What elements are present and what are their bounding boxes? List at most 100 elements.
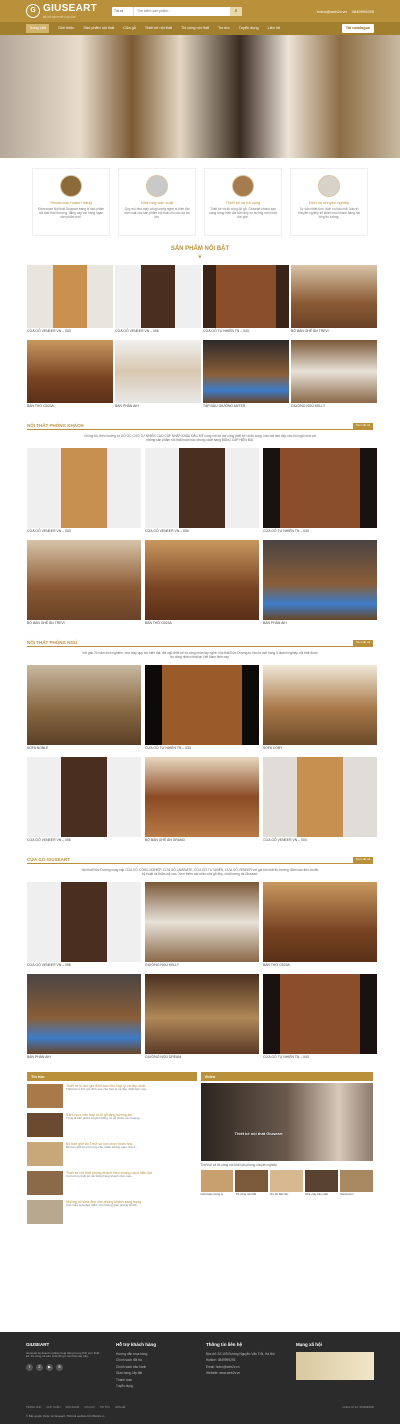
product-card[interactable]: CỬA GỖ TỰ NHIÊN TN – 043 — [263, 447, 377, 536]
nav-item-about[interactable]: Giới thiệu — [58, 26, 74, 31]
header-email[interactable]: hotro@web2v.vn — [317, 9, 347, 14]
product-card[interactable]: BÀN THỜ G023A — [263, 881, 377, 970]
view-all-button[interactable]: Xem tất cả — [352, 857, 373, 863]
footer-contact-line[interactable]: Hotline: 0849999295 — [206, 1358, 284, 1362]
product-image[interactable] — [263, 539, 377, 620]
footer-link[interactable]: Chính sách bảo hành — [116, 1365, 194, 1369]
product-name[interactable]: CỬA GỖ TỰ NHIÊN TN – 033 — [145, 746, 259, 753]
product-image[interactable] — [263, 664, 377, 745]
nav-item-products[interactable]: Sản phẩm nội thất — [83, 26, 114, 31]
video-thumb[interactable]: Giới thiệu Công ty — [200, 1169, 234, 1196]
news-item[interactable]: Những bộ sofa đẹp cho phòng khách sang t… — [27, 1199, 197, 1226]
video-thumb[interactable]: Dự án biệt thự — [270, 1169, 304, 1196]
footer-link[interactable]: Giao hàng, lắp đặt — [116, 1371, 194, 1375]
footer-nav-link[interactable]: GIỚI THIỆU — [46, 1406, 60, 1409]
product-name[interactable]: CỬA GỖ VENEER VN – 003 — [263, 838, 377, 845]
hero-banner-image[interactable] — [0, 35, 400, 158]
news-item[interactable]: Bộ bàn ghế ăn Trevi sự lựa chọn hoàn hảo… — [27, 1141, 197, 1168]
product-card[interactable]: CỬA GỖ VENEER VN – 003 — [263, 756, 377, 845]
news-thumb[interactable] — [27, 1083, 63, 1108]
footer-nav-link[interactable]: TIN TỨC — [100, 1406, 111, 1409]
catalog-button[interactable]: Tải catalogue — [341, 24, 374, 33]
product-card[interactable]: GIƯỜNG NGỦ DREAM — [145, 973, 259, 1062]
product-card[interactable]: CỬA GỖ TỰ NHIÊN TN – 043 — [263, 973, 377, 1062]
section-title[interactable]: NỘI THẤT PHÒNG NGỦ — [27, 640, 77, 646]
nav-item-doors[interactable]: Cửa gỗ — [123, 26, 136, 31]
product-name[interactable]: BỘ BÀN GHẾ ĂN TREVI — [27, 621, 141, 628]
video-caption[interactable]: Thiết kế và thi công nội thất văn phòng … — [201, 1163, 373, 1167]
product-image[interactable] — [145, 881, 259, 962]
video-thumb-image[interactable] — [200, 1169, 234, 1192]
product-card[interactable]: BỘ BÀN GHẾ ĂN TREVI — [291, 264, 377, 336]
product-card[interactable]: BÀN PHẤN AIH — [27, 973, 141, 1062]
footer-link[interactable]: Thanh toán — [116, 1378, 194, 1382]
product-image[interactable] — [145, 447, 259, 528]
view-all-button[interactable]: Xem tất cả — [352, 423, 373, 429]
product-card[interactable]: GIƯỜNG NGỦ KELLY — [145, 881, 259, 970]
product-card[interactable]: CỬA GỖ TỰ NHIÊN TN – 033 — [145, 664, 259, 753]
product-name[interactable]: GIƯỜNG NGỦ KELLY — [291, 404, 377, 411]
product-card[interactable]: CỬA GỖ VENEER VN – 006 — [115, 264, 201, 336]
product-name[interactable]: CỬA GỖ VENEER VN – 006 — [27, 963, 141, 970]
footer-link[interactable]: Tuyển dụng — [116, 1384, 194, 1388]
nav-item-construction[interactable]: Thi công nội thất — [181, 26, 209, 31]
section-title[interactable]: CỬA GỖ GIUSEART — [27, 857, 70, 863]
product-card[interactable]: CỬA GỖ VENEER VN – 006 — [145, 447, 259, 536]
video-thumb-title[interactable]: Showroom — [340, 1192, 373, 1196]
header-phone[interactable]: 0849999295 — [352, 9, 374, 14]
product-name[interactable]: SOFA COBY — [263, 746, 377, 753]
footer-link[interactable]: Hướng dẫn mua hàng — [116, 1352, 194, 1356]
video-thumb-image[interactable] — [235, 1169, 269, 1192]
product-image[interactable] — [115, 264, 201, 328]
video-thumb-title[interactable]: Nhà máy sản xuất — [305, 1192, 338, 1196]
product-image[interactable] — [263, 447, 377, 528]
footer-nav-link[interactable]: SẢN PHẨM — [66, 1406, 80, 1409]
product-name[interactable]: GIƯỜNG NGỦ KELLY — [145, 963, 259, 970]
news-item[interactable]: Thiết kế tủ thờ gia đình sao cho hợp lý … — [27, 1083, 197, 1110]
search-category-select[interactable]: Tất cả — [112, 6, 134, 16]
logo[interactable]: G GIUSEART ĐỒ GỖ NỘI THẤT CAO CẤP — [26, 3, 106, 19]
product-image[interactable] — [145, 973, 259, 1054]
nav-item-design[interactable]: Thiết kế nội thất — [145, 26, 172, 31]
product-name[interactable]: CỬA GỖ VENEER VN – 003 — [27, 329, 113, 336]
news-thumb[interactable] — [27, 1199, 63, 1224]
news-thumb[interactable] — [27, 1112, 63, 1137]
video-thumb[interactable]: Nhà máy sản xuất — [305, 1169, 339, 1196]
product-card[interactable]: SOFA COBY — [263, 664, 377, 753]
video-thumb-image[interactable] — [340, 1169, 373, 1192]
product-name[interactable]: CỬA GỖ VENEER VN – 006 — [145, 529, 259, 536]
product-name[interactable]: BỘ BÀN GHẾ ĂN TREVI — [291, 329, 377, 336]
zalo-icon[interactable]: Z — [36, 1364, 43, 1372]
nav-item-home[interactable]: Trang chủ — [26, 24, 49, 33]
product-image[interactable] — [27, 539, 141, 620]
product-card[interactable]: SOFA NOBLE — [27, 664, 141, 753]
product-image[interactable] — [27, 756, 141, 837]
video-player[interactable]: Thiết kế nội thất Giuseart — [200, 1082, 373, 1161]
product-name[interactable]: SOFA NOBLE — [27, 746, 141, 753]
product-card[interactable]: BỘ BÀN GHẾ ĂN GRAND — [145, 756, 259, 845]
product-image[interactable] — [27, 973, 141, 1054]
product-name[interactable]: CỬA GỖ TỰ NHIÊN TN – 043 — [263, 1055, 377, 1062]
product-card[interactable]: BÀN PHẤN AIH — [263, 539, 377, 628]
video-thumb-title[interactable]: Dự án biệt thự — [270, 1192, 303, 1196]
product-card[interactable]: CỬA GỖ TỰ NHIÊN TN – 043 — [203, 264, 289, 336]
video-thumb[interactable]: Showroom — [340, 1169, 373, 1196]
nav-item-news[interactable]: Tin tức — [218, 26, 230, 31]
product-image[interactable] — [27, 264, 113, 328]
product-card[interactable]: TẬP ĐẦU GIƯỜNG ANTER — [203, 339, 289, 411]
product-name[interactable]: GIƯỜNG NGỦ DREAM — [145, 1055, 259, 1062]
news-thumb[interactable] — [27, 1141, 63, 1166]
product-card[interactable]: CỬA GỖ VENEER VN – 003 — [27, 264, 113, 336]
product-name[interactable]: BÀN THỜ G023A — [27, 404, 113, 411]
product-name[interactable]: BÀN PHẤN AIH — [115, 404, 201, 411]
search-button[interactable]: ⌕ — [230, 6, 242, 16]
product-name[interactable]: BÀN THỜ G023A — [263, 963, 377, 970]
product-image[interactable] — [27, 881, 141, 962]
product-image[interactable] — [27, 664, 141, 745]
facebook-page-widget[interactable] — [296, 1351, 374, 1380]
product-image[interactable] — [145, 539, 259, 620]
product-card[interactable]: CỬA GỖ VENEER VN – 006 — [27, 756, 141, 845]
product-image[interactable] — [145, 664, 259, 745]
facebook-icon[interactable]: f — [26, 1364, 33, 1372]
product-card[interactable]: BÀN THỜ G023A — [27, 339, 113, 411]
